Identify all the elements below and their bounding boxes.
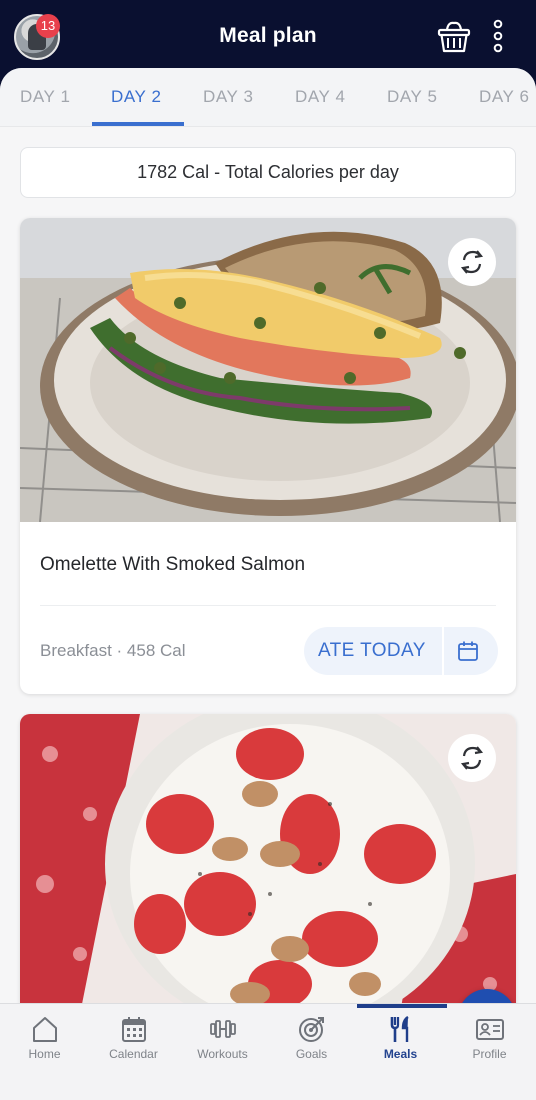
nav-goals[interactable]: Goals [267, 1004, 356, 1100]
nav-label: Profile [472, 1047, 507, 1061]
tab-day-4[interactable]: DAY 4 [295, 87, 346, 107]
nav-label: Workouts [197, 1047, 248, 1061]
nav-label: Home [28, 1047, 61, 1061]
active-tab-indicator [92, 122, 184, 126]
ate-today-button-group: ATE TODAY [304, 627, 498, 675]
ate-today-button[interactable]: ATE TODAY [318, 640, 426, 662]
nav-meals[interactable]: Meals [356, 1004, 445, 1100]
nav-home[interactable]: Home [0, 1004, 89, 1100]
more-vertical-icon[interactable] [488, 18, 508, 54]
tab-day-2[interactable]: DAY 2 [111, 87, 162, 107]
card-divider [40, 605, 496, 606]
nav-label: Calendar [109, 1047, 158, 1061]
nav-label: Meals [383, 1047, 418, 1061]
tab-day-1[interactable]: DAY 1 [20, 87, 71, 107]
nav-profile[interactable]: Profile [445, 1004, 534, 1100]
tab-day-6[interactable]: DAY 6 [479, 87, 530, 107]
meal-card[interactable]: Omelette With Smoked Salmon Breakfast · … [20, 218, 516, 694]
bottom-navigation: Home Calendar Workouts Goals Meals Profi… [0, 1003, 536, 1100]
nav-label: Goals [295, 1047, 328, 1061]
tab-day-3[interactable]: DAY 3 [203, 87, 254, 107]
profile-card-icon [476, 1019, 504, 1040]
meal-meta: Breakfast · 458 Cal [40, 641, 186, 660]
meal-photo [20, 714, 516, 1008]
nav-calendar[interactable]: Calendar [89, 1004, 178, 1100]
target-icon [299, 1017, 324, 1042]
calendar-icon[interactable] [456, 639, 480, 663]
meal-name[interactable]: Omelette With Smoked Salmon [40, 554, 305, 576]
dumbbell-icon [210, 1020, 236, 1038]
nav-workouts[interactable]: Workouts [178, 1004, 267, 1100]
fork-knife-icon [390, 1015, 409, 1042]
meal-card[interactable] [20, 714, 516, 1008]
total-calories-summary: 1782 Cal - Total Calories per day [20, 147, 516, 198]
day-tabs: DAY 1 DAY 2 DAY 3 DAY 4 DAY 5 DAY 6 [0, 68, 536, 127]
button-separator [442, 627, 444, 675]
meal-list[interactable]: 1782 Cal - Total Calories per day Omelet… [0, 127, 536, 1008]
meal-photo [20, 218, 516, 523]
tab-day-5[interactable]: DAY 5 [387, 87, 438, 107]
home-icon [33, 1017, 57, 1042]
calendar-grid-icon [122, 1017, 146, 1042]
swap-icon[interactable] [448, 734, 496, 782]
content-sheet: DAY 1 DAY 2 DAY 3 DAY 4 DAY 5 DAY 6 1782… [0, 68, 536, 1008]
basket-icon[interactable] [436, 18, 472, 54]
swap-icon[interactable] [448, 238, 496, 286]
